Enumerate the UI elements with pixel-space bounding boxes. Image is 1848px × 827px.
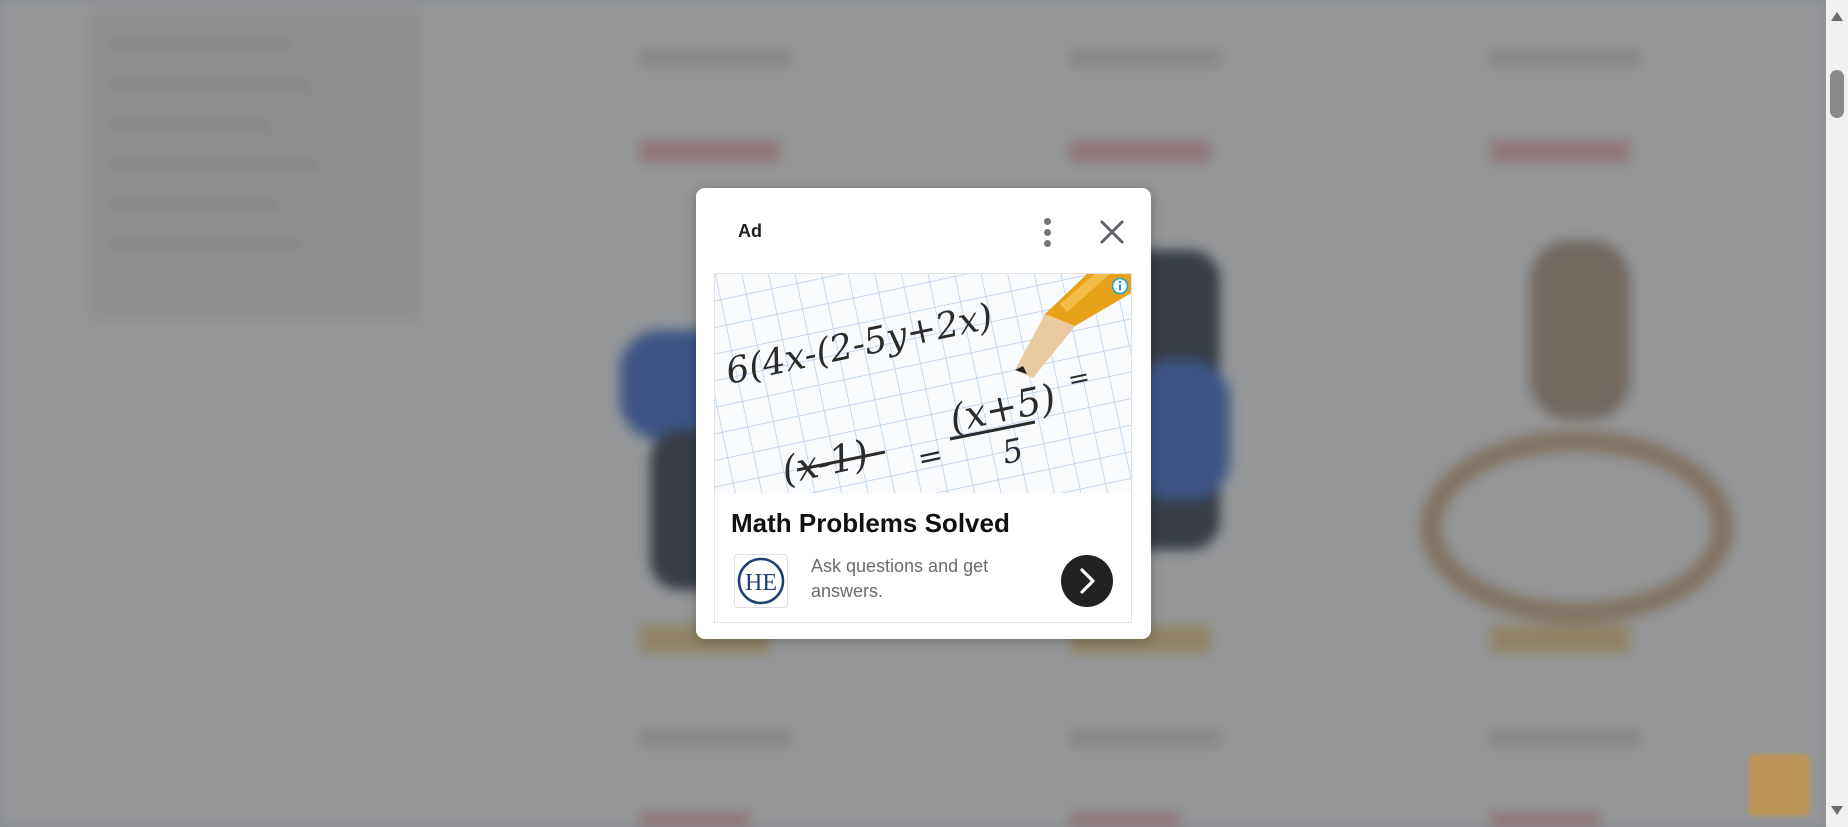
ad-headline[interactable]: Math Problems Solved	[731, 508, 1010, 539]
ad-creative[interactable]: 6(4x-(2-5y+2x) (x-1) (x+5) 5 = = Math Pr…	[714, 273, 1132, 623]
ad-dialog: Ad 6(4x-(2-5y+2x) (x-1) (x+5) 5 = = Math…	[696, 188, 1151, 639]
ad-description[interactable]: Ask questions and get answers.	[811, 554, 1021, 604]
more-vertical-icon-dot	[1044, 229, 1051, 236]
floating-action-button[interactable]	[1748, 754, 1810, 816]
page-scrollbar[interactable]	[1826, 0, 1848, 827]
scrollbar-thumb[interactable]	[1830, 70, 1844, 118]
ad-label: Ad	[738, 221, 762, 241]
ad-image[interactable]: 6(4x-(2-5y+2x) (x-1) (x+5) 5 = =	[715, 274, 1131, 493]
close-icon	[1100, 220, 1124, 244]
chevron-right-icon	[1080, 568, 1095, 594]
advertiser-logo-text: HE	[745, 570, 777, 596]
advertiser-logo[interactable]: HE	[734, 554, 788, 608]
info-icon[interactable]	[1111, 277, 1129, 295]
scroll-up-arrow-icon[interactable]	[1831, 12, 1843, 21]
more-options-button[interactable]	[1037, 216, 1059, 248]
close-button[interactable]	[1096, 216, 1128, 248]
scroll-down-arrow-icon[interactable]	[1831, 806, 1843, 815]
more-vertical-icon	[1044, 218, 1051, 225]
advertiser-logo-image: HE	[737, 557, 785, 605]
cta-button[interactable]	[1061, 555, 1113, 607]
math-worksheet-image: 6(4x-(2-5y+2x) (x-1) (x+5) 5 = =	[715, 274, 1131, 493]
more-vertical-icon-dot	[1044, 240, 1051, 247]
